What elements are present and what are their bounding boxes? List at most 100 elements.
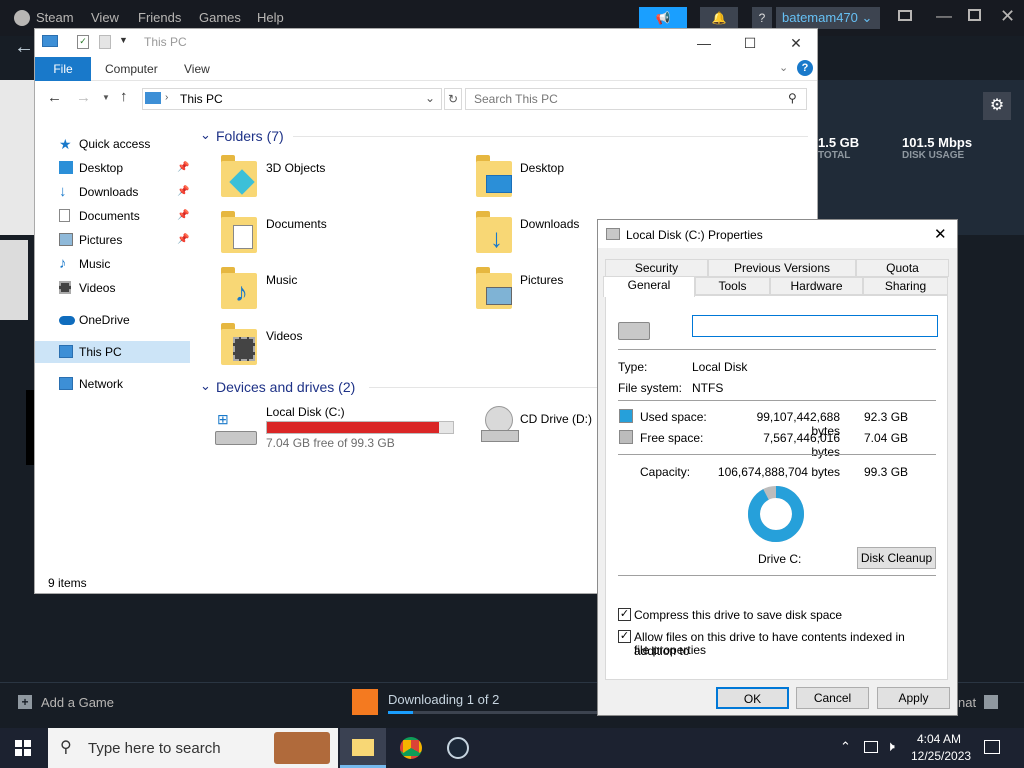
up-button[interactable]: ↑ [120, 88, 128, 105]
folder-desktop-label[interactable]: Desktop [520, 161, 564, 175]
nav-this-pc[interactable]: This PC [35, 341, 190, 363]
cd-drive-label[interactable]: CD Drive (D:) [520, 412, 592, 426]
taskbar-file-explorer-icon[interactable] [340, 728, 386, 768]
address-bar[interactable]: › This PC ⌄ [142, 88, 442, 110]
folder-3d-objects-label[interactable]: 3D Objects [266, 161, 325, 175]
folder-music-label[interactable]: Music [266, 273, 297, 287]
refresh-button[interactable]: ↻ [444, 88, 462, 110]
taskbar-date[interactable]: 12/25/2023 [911, 749, 971, 763]
drive-name-input[interactable] [692, 315, 938, 337]
tab-hardware[interactable]: Hardware [770, 277, 863, 295]
tab-previous-versions[interactable]: Previous Versions [708, 259, 856, 277]
nav-onedrive[interactable]: OneDrive [35, 309, 190, 331]
network-tray-icon[interactable] [864, 741, 878, 753]
help-button[interactable]: ? [752, 7, 772, 29]
tab-security[interactable]: Security [605, 259, 708, 277]
nav-videos[interactable]: Videos [35, 277, 190, 299]
folder-downloads-label[interactable]: Downloads [520, 217, 579, 231]
bigpicture-icon[interactable] [898, 10, 912, 21]
nav-quick-access[interactable]: ★ Quick access [35, 133, 190, 155]
tab-file[interactable]: File [35, 57, 91, 81]
steam-menu-view[interactable]: View [91, 10, 119, 25]
search-highlight-icon[interactable] [274, 732, 330, 764]
steam-menu-games[interactable]: Games [199, 10, 241, 25]
start-windows-icon[interactable] [15, 740, 31, 756]
folder-downloads-icon[interactable]: ↓ [476, 211, 512, 253]
close-icon[interactable]: ✕ [1000, 6, 1015, 27]
drives-collapse-icon[interactable]: ⌄ [200, 378, 211, 394]
tab-quota[interactable]: Quota [856, 259, 949, 277]
disk-cleanup-button[interactable]: Disk Cleanup [857, 547, 936, 569]
announcement-button[interactable]: 📢 [639, 7, 687, 29]
minimize-icon[interactable]: — [936, 8, 952, 26]
properties-qat-icon[interactable]: ✓ [77, 35, 89, 49]
notification-center-icon[interactable] [984, 740, 1000, 754]
folder-pictures-icon[interactable] [476, 267, 512, 309]
tab-tools[interactable]: Tools [695, 277, 770, 295]
recent-locations-icon[interactable]: ▼ [102, 93, 110, 102]
tab-computer[interactable]: Computer [105, 62, 158, 76]
compress-label[interactable]: Compress this drive to save disk space [634, 608, 842, 622]
nav-desktop[interactable]: Desktop 📌 [35, 157, 190, 179]
tab-view[interactable]: View [184, 62, 210, 76]
folder-videos-label[interactable]: Videos [266, 329, 302, 343]
local-disk-label[interactable]: Local Disk (C:) [266, 405, 345, 419]
nav-downloads[interactable]: ↓ Downloads 📌 [35, 181, 190, 203]
user-menu[interactable]: batemam470 ⌄ [776, 7, 880, 29]
folder-documents-label[interactable]: Documents [266, 217, 327, 231]
tab-general[interactable]: General [603, 276, 695, 297]
steam-menu-friends[interactable]: Friends [138, 10, 181, 25]
folder-documents-icon[interactable] [221, 211, 257, 253]
taskbar-steam-icon[interactable] [447, 737, 469, 759]
folders-header[interactable]: Folders (7) [216, 128, 284, 144]
new-folder-qat-icon[interactable] [99, 35, 111, 49]
taskbar-time[interactable]: 4:04 AM [917, 732, 961, 746]
explorer-close-icon[interactable]: ✕ [773, 29, 819, 57]
apply-button[interactable]: Apply [877, 687, 950, 709]
back-button[interactable]: ← [47, 89, 62, 106]
local-disk-icon[interactable]: ⊞ [215, 411, 259, 447]
cancel-button[interactable]: Cancel [796, 687, 869, 709]
settings-gear-icon[interactable]: ⚙ [983, 92, 1011, 120]
drives-header[interactable]: Devices and drives (2) [216, 379, 355, 395]
search-input[interactable]: Search This PC ⚲ [465, 88, 807, 110]
add-game-button[interactable]: Add a Game [41, 695, 114, 710]
folder-desktop-icon[interactable] [476, 155, 512, 197]
tray-chevron-icon[interactable]: ⌃ [840, 739, 851, 755]
folder-videos-icon[interactable] [221, 323, 257, 365]
nav-documents[interactable]: Documents 📌 [35, 205, 190, 227]
dialog-close-icon[interactable]: ✕ [934, 225, 947, 243]
maximize-icon[interactable] [968, 9, 981, 21]
folder-3d-objects-icon[interactable] [221, 155, 257, 197]
nav-pictures[interactable]: Pictures 📌 [35, 229, 190, 251]
folder-pictures-label[interactable]: Pictures [520, 273, 563, 287]
compress-checkbox[interactable]: ✓ [618, 608, 631, 621]
ok-button[interactable]: OK [716, 687, 789, 709]
address-dropdown-icon[interactable]: ⌄ [425, 91, 435, 105]
explorer-maximize-icon[interactable]: ☐ [727, 29, 773, 57]
taskbar-search-box[interactable]: ⚲ Type here to search [48, 728, 338, 768]
nav-network[interactable]: Network [35, 373, 190, 395]
back-arrow-icon[interactable]: ← [14, 36, 34, 59]
folder-music-icon[interactable]: ♪ [221, 267, 257, 309]
notification-bell-icon[interactable]: 🔔 [700, 7, 738, 29]
taskbar-chrome-icon[interactable] [400, 737, 422, 759]
nav-music[interactable]: ♪ Music [35, 253, 190, 275]
add-game-plus-icon[interactable]: + [18, 695, 32, 709]
downloading-status[interactable]: Downloading 1 of 2 [388, 692, 499, 707]
ribbon-expand-icon[interactable]: ⌄ [779, 61, 788, 74]
help-icon[interactable]: ? [797, 60, 813, 76]
volume-tray-icon[interactable]: 🕨 [886, 738, 895, 755]
explorer-minimize-icon[interactable]: — [681, 29, 727, 57]
index-label-line2[interactable]: file properties [634, 643, 706, 657]
friends-icon[interactable] [984, 695, 998, 709]
qat-dropdown-icon[interactable]: ▼ [119, 35, 128, 45]
steam-menu-steam[interactable]: Steam [36, 10, 74, 25]
tab-sharing[interactable]: Sharing [863, 277, 948, 295]
index-checkbox[interactable]: ✓ [618, 630, 631, 643]
cd-drive-icon[interactable] [481, 406, 521, 446]
friends-chat-label[interactable]: nat [958, 695, 976, 710]
forward-button[interactable]: → [76, 89, 91, 106]
steam-menu-help[interactable]: Help [257, 10, 284, 25]
folders-collapse-icon[interactable]: ⌄ [200, 127, 211, 143]
